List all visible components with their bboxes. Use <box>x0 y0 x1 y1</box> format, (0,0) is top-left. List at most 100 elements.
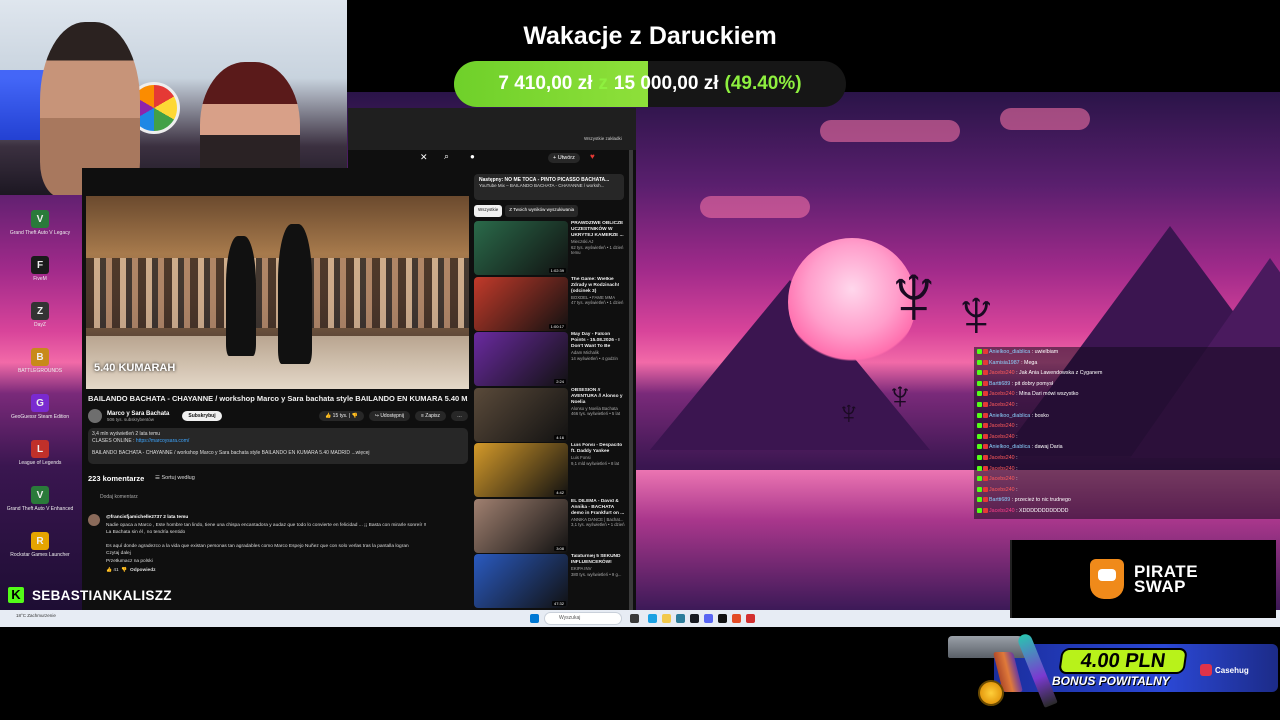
create-button[interactable]: + Utwórz <box>548 153 580 163</box>
subscriber-count: 506 tys. subskrybentów <box>107 416 155 422</box>
steam-icon[interactable] <box>690 614 699 623</box>
recommendation-thumbnail[interactable]: 47:32 <box>474 554 568 608</box>
recommendation-item[interactable]: 1:02:39 PRAWDZIWE OBLICZE UCZESTNIKÓW W … <box>474 221 626 275</box>
chat-message: Anielkoo_diablica : dawaj Daria <box>977 442 1280 453</box>
goal-current: 7 410,00 zł <box>498 73 593 94</box>
desktop-shortcut[interactable]: G GeoGuessr Steam Edition <box>0 394 80 432</box>
desktop-shortcut[interactable]: V Grand Theft Auto V Legacy <box>0 210 80 248</box>
chat-username[interactable]: Bartti689 <box>989 497 1010 503</box>
chat-username[interactable]: Anielkoo_diablica <box>989 413 1030 419</box>
recommendation-item[interactable]: 47:32 Talaturniej 5 SEKUND INFLUENCERÓW!… <box>474 554 626 608</box>
ad-bonus: BONUS POWITALNY <box>1052 674 1170 688</box>
desktop-shortcut-label: League of Legends <box>18 460 62 466</box>
weather-widget[interactable]: 18°C Zachmurzenie <box>16 613 56 618</box>
start-icon[interactable] <box>530 614 539 623</box>
comment-line: La Bachata sin él , no tendría sentido <box>106 530 186 535</box>
recommendation-thumbnail[interactable]: 2:24 <box>474 332 568 386</box>
desktop-shortcut[interactable]: Z DayZ <box>0 302 80 340</box>
desktop-shortcut[interactable]: F FiveM <box>0 256 80 294</box>
desktop-shortcut[interactable]: R Rockstar Games Launcher <box>0 532 80 570</box>
description-classes: CLASES ONLINE : <box>92 438 135 444</box>
desktop-shortcut[interactable]: V Grand Theft Auto V Enhanced <box>0 486 80 524</box>
chip-all[interactable]: Wszystkie <box>474 205 503 217</box>
streamer-tag: K SEBASTIANKALISZZ <box>8 587 172 603</box>
tiktok-icon[interactable] <box>718 614 727 623</box>
recommendation-thumbnail[interactable]: 4:42 <box>474 443 568 497</box>
desktop-shortcut[interactable]: L League of Legends <box>0 440 80 478</box>
recommendation-item[interactable]: 4:42 Luis Fonsi - Despacito ft. Daddy Ya… <box>474 443 626 497</box>
recommendation-info: May Day - Falcon Points - 15.08.2026 - I… <box>571 332 626 386</box>
notifications-icon[interactable]: ♥ <box>590 152 595 161</box>
chat-username[interactable]: Bartti689 <box>989 381 1010 387</box>
comment-actions: 👍 41 👎 Odpowiedz <box>106 568 156 573</box>
chat-text: uwielbiam <box>1034 349 1059 355</box>
chat-username[interactable]: Jacebs240 <box>989 455 1015 461</box>
task-view-icon[interactable] <box>630 614 639 623</box>
chrome-icon[interactable] <box>732 614 741 623</box>
chat-username[interactable]: Jacebs240 <box>989 391 1015 397</box>
recommendation-item[interactable]: 2:24 May Day - Falcon Points - 15.08.202… <box>474 332 626 386</box>
chat-message: Jacebs240 : <box>977 421 1280 432</box>
description-link[interactable]: https://marcoysara.com/ <box>136 438 189 444</box>
chat-message: Jacebs240 : <box>977 474 1280 485</box>
obs-icon[interactable] <box>746 614 755 623</box>
chat-username[interactable]: Jacebs240 <box>989 476 1015 482</box>
badge-icon <box>983 391 988 397</box>
chat-username[interactable]: Jacebs240 <box>989 434 1015 440</box>
filter-chips: Wszystkie Z Twoich wyników wyszukiwania <box>474 205 624 217</box>
bookmarks-label[interactable]: Wszystkie zakładki <box>584 136 622 141</box>
scrollbar[interactable] <box>629 150 633 610</box>
taskbar-search[interactable]: Wyszukaj <box>544 612 622 625</box>
translate-link[interactable]: Przetłumacz na polski <box>106 558 466 566</box>
video-description[interactable]: 3,4 mln wyświetleń 2 lata temu CLASES ON… <box>88 428 468 464</box>
youtube-header: ✕ ⌕ ● + Utwórz ♥ <box>348 150 636 168</box>
search-icon[interactable]: ⌕ <box>444 151 449 162</box>
recommendation-item[interactable]: 1:00:17 The Game: Wielkie Zdrady w Rodzi… <box>474 276 626 331</box>
up-next-panel[interactable]: Następny: NO ME TOCA - PINTO PICASSO BAC… <box>474 174 624 200</box>
chat-username[interactable]: Jacebs240 <box>989 487 1015 493</box>
gta-icon: V <box>31 210 49 228</box>
channel-avatar[interactable] <box>88 409 102 423</box>
recommendation-item[interactable]: 3:08 EL DILEMA - David & Annika - BACHAT… <box>474 498 626 553</box>
chat-username[interactable]: Anielkoo_diablica <box>989 349 1030 355</box>
chat-username[interactable]: Jacebs240 <box>989 466 1015 472</box>
app-icon[interactable] <box>676 614 685 623</box>
chat-username[interactable]: Jacebs240 <box>989 423 1015 429</box>
explorer-icon[interactable] <box>662 614 671 623</box>
chat-username[interactable]: Jacebs240 <box>989 370 1015 376</box>
recommendation-thumbnail[interactable]: 4:16 <box>474 387 568 442</box>
edge-icon[interactable] <box>648 614 657 623</box>
chip-search-results[interactable]: Z Twoich wyników wyszukiwania <box>505 205 579 217</box>
video-player[interactable]: 5.40 KUMARAH <box>86 196 469 389</box>
reply-button[interactable]: Odpowiedz <box>130 568 156 573</box>
pubg-icon: B <box>31 348 49 366</box>
comment-avatar[interactable] <box>88 514 100 526</box>
sort-button[interactable]: ☰ Sortuj według <box>155 475 195 481</box>
like-button[interactable]: 👍 15 tys. | 👎 <box>319 411 364 421</box>
chat-username[interactable]: Jacebs240 <box>989 402 1015 408</box>
badge-icon <box>977 465 982 471</box>
badge-icon <box>983 402 988 408</box>
recommendation-item[interactable]: 4:16 OBSESION // AVENTURA // Alonso y No… <box>474 387 626 442</box>
comment-author[interactable]: @francisfjamichelle2737 2 lata temu <box>106 514 466 522</box>
save-button[interactable]: ≡ Zapisz <box>414 411 446 421</box>
more-icon[interactable]: … <box>451 411 468 421</box>
recommendation-thumbnail[interactable]: 1:02:39 <box>474 221 568 275</box>
recommendation-thumbnail[interactable]: 3:08 <box>474 498 568 553</box>
mic-icon[interactable]: ● <box>470 152 475 161</box>
chat-username[interactable]: Kamisia1987 <box>989 360 1020 366</box>
close-icon[interactable]: ✕ <box>420 152 428 163</box>
share-button[interactable]: ↪ Udostępnij <box>368 411 410 421</box>
description-more[interactable]: ...więcej <box>351 450 369 456</box>
chat-username[interactable]: Jacebs240 <box>989 508 1015 514</box>
recommendation-thumbnail[interactable]: 1:00:17 <box>474 276 568 331</box>
chat-message: Jacebs240 : XDDDDDDDDDDDD <box>977 506 1280 517</box>
chat-username[interactable]: Anielkoo_diablica <box>989 444 1030 450</box>
add-comment-input[interactable]: Dodaj komentarz <box>100 494 138 500</box>
read-more-link[interactable]: Czytaj dalej <box>106 550 466 558</box>
desktop-shortcut[interactable]: B BATTLEGROUNDS <box>0 348 80 386</box>
comment-like-count: 41 <box>113 568 119 573</box>
subscribe-button[interactable]: Subskrybuj <box>182 411 222 421</box>
chat-message: Kamisia1987 : Mega <box>977 358 1280 369</box>
discord-icon[interactable] <box>704 614 713 623</box>
